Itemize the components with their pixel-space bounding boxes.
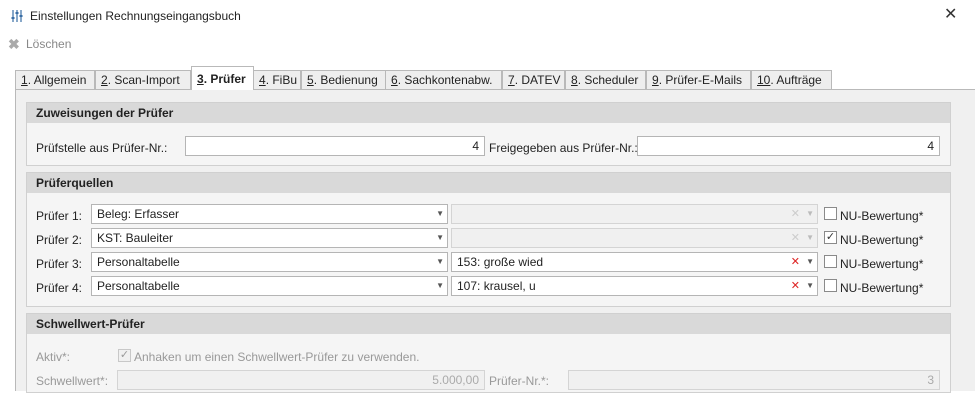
pruefer-4-source-select[interactable]: Personaltabelle ▼ [91, 276, 448, 296]
tab-key: 10 [757, 73, 771, 87]
schwellwert-label: Schwellwert*: [36, 374, 109, 388]
pruefer-1-nu-label: NU-Bewertung* [840, 209, 924, 223]
select-value: KST: Bauleiter [97, 231, 174, 245]
tab-label: . DATEV [514, 73, 561, 87]
select-value: 153: große wied [457, 255, 544, 269]
pruefer-3-value-select[interactable]: 153: große wied ✕ ▼ [451, 252, 818, 272]
chevron-down-icon: ▼ [806, 233, 814, 242]
freigegeben-label: Freigegeben aus Prüfer-Nr.: [489, 141, 638, 155]
tab-scheduler[interactable]: 8. Scheduler [565, 70, 646, 89]
pruefer-2-value-select[interactable]: ✕ ▼ [451, 228, 818, 248]
tab-key: 3 [197, 72, 204, 86]
pruefer-3-label: Prüfer 3: [36, 257, 83, 271]
select-value: Personaltabelle [97, 279, 180, 293]
aktiv-description: Anhaken um einen Schwellwert-Prüfer zu v… [134, 350, 420, 364]
pruefer-2-nu-label: NU-Bewertung* [840, 233, 924, 247]
chevron-down-icon[interactable]: ▼ [436, 277, 444, 295]
pruefstelle-input[interactable]: 4 [185, 136, 485, 156]
tab-scan-import[interactable]: 2. Scan-Import [95, 70, 191, 89]
chevron-down-icon[interactable]: ▼ [806, 277, 814, 295]
pruefer-nr-label: Prüfer-Nr.*: [489, 374, 550, 388]
group-schwellwert: Schwellwert-Prüfer Aktiv*: ✓ Anhaken um … [26, 313, 951, 393]
tab-fibu[interactable]: 4. FiBu [253, 70, 301, 89]
tab-pruefer-e-mails[interactable]: 9. Prüfer-E-Mails [646, 70, 751, 89]
chevron-down-icon[interactable]: ▼ [436, 253, 444, 271]
settings-sliders-icon [11, 10, 23, 22]
clear-icon[interactable]: ✕ [791, 253, 800, 271]
checkmark-icon: ✓ [825, 231, 836, 243]
group-header: Zuweisungen der Prüfer [27, 103, 950, 123]
clear-icon[interactable]: ✕ [791, 277, 800, 295]
group-pruefquellen: Prüferquellen Prüfer 1: Beleg: Erfasser … [26, 172, 951, 307]
pruefer-4-nu-checkbox[interactable] [824, 279, 837, 292]
clear-icon: ✕ [790, 232, 800, 244]
pruefer-1-nu-checkbox[interactable] [824, 207, 837, 220]
tab-key: 4 [259, 73, 266, 87]
pruefer-1-label: Prüfer 1: [36, 209, 83, 223]
tab-allgemein[interactable]: 1. Allgemein [15, 70, 95, 89]
close-x-icon[interactable]: ✖ [8, 36, 20, 53]
pruefer-2-label: Prüfer 2: [36, 233, 83, 247]
tab-sachkontenabw[interactable]: 6. Sachkontenabw. [385, 70, 502, 89]
window-title-bar: Einstellungen Rechnungseingangsbuch ✕ [0, 0, 975, 32]
chevron-down-icon[interactable]: ▼ [436, 229, 444, 247]
freigegeben-input[interactable]: 4 [637, 136, 940, 156]
aktiv-checkbox[interactable]: ✓ [118, 349, 131, 362]
tab-auftraege[interactable]: 10. Aufträge [751, 70, 832, 89]
tab-key: 1 [21, 73, 28, 87]
pruefer-4-label: Prüfer 4: [36, 281, 83, 295]
group-zuweisungen: Zuweisungen der Prüfer Prüfstelle aus Pr… [26, 102, 951, 166]
select-value: Personaltabelle [97, 255, 180, 269]
group-header: Prüferquellen [27, 173, 950, 193]
aktiv-label: Aktiv*: [36, 350, 71, 364]
group-header: Schwellwert-Prüfer [27, 314, 950, 334]
pruefer-2-nu-checkbox[interactable]: ✓ [824, 231, 837, 244]
tab-key: 6 [391, 73, 398, 87]
chevron-down-icon[interactable]: ▼ [806, 253, 814, 271]
pruefer-nr-input[interactable]: 3 [568, 370, 940, 390]
chevron-down-icon[interactable]: ▼ [436, 205, 444, 223]
select-value: Beleg: Erfasser [97, 207, 180, 221]
tab-datev[interactable]: 7. DATEV [502, 70, 565, 89]
pruefer-1-source-select[interactable]: Beleg: Erfasser ▼ [91, 204, 448, 224]
pruefer-1-value-select[interactable]: ✕ ▼ [451, 204, 818, 224]
schwellwert-input[interactable]: 5.000,00 [117, 370, 485, 390]
delete-button[interactable]: Löschen [26, 37, 71, 51]
tab-label: . Aufträge [770, 73, 822, 87]
tab-key: 9 [652, 73, 659, 87]
tab-key: 7 [508, 73, 515, 87]
tab-label: . FiBu [265, 73, 298, 87]
tab-label: . Bedienung [313, 73, 378, 87]
window-title: Einstellungen Rechnungseingangsbuch [30, 9, 241, 23]
tab-key: 2 [101, 73, 108, 87]
tab-label: . Prüfer-E-Mails [658, 73, 743, 87]
pruefstelle-label: Prüfstelle aus Prüfer-Nr.: [36, 141, 168, 155]
select-value: 107: krausel, u [457, 279, 536, 293]
tab-bedienung[interactable]: 5. Bedienung [301, 70, 386, 89]
pruefer-3-nu-checkbox[interactable] [824, 255, 837, 268]
tab-label: . Scan-Import [107, 73, 180, 87]
tab-label: . Prüfer [203, 72, 246, 86]
tab-label: . Allgemein [27, 73, 87, 87]
pruefer-4-nu-label: NU-Bewertung* [840, 281, 924, 295]
clear-icon: ✕ [790, 208, 800, 220]
tab-pruefer[interactable]: 3. Prüfer [191, 66, 254, 90]
close-icon[interactable]: ✕ [944, 7, 957, 23]
tab-label: . Sachkontenabw. [397, 73, 493, 87]
checkmark-icon: ✓ [119, 349, 130, 361]
tab-key: 8 [571, 73, 578, 87]
tab-key: 5 [307, 73, 314, 87]
tab-label: . Scheduler [577, 73, 639, 87]
chevron-down-icon: ▼ [806, 209, 814, 218]
pruefer-4-value-select[interactable]: 107: krausel, u ✕ ▼ [451, 276, 818, 296]
pruefer-2-source-select[interactable]: KST: Bauleiter ▼ [91, 228, 448, 248]
pruefer-3-nu-label: NU-Bewertung* [840, 257, 924, 271]
pruefer-3-source-select[interactable]: Personaltabelle ▼ [91, 252, 448, 272]
